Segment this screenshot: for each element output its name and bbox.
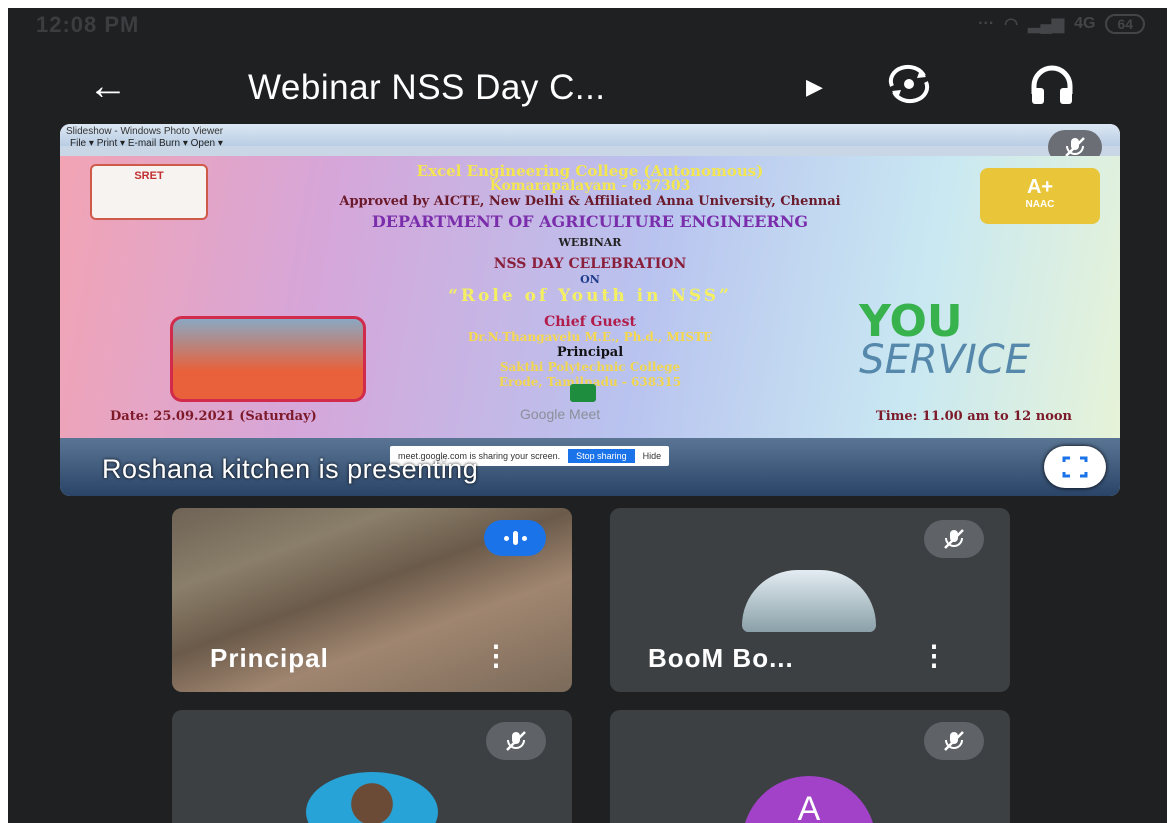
avatar	[742, 570, 876, 632]
window-menubar: File ▾ Print ▾ E-mail Burn ▾ Open ▾	[70, 138, 223, 149]
headphones-icon[interactable]	[1028, 64, 1076, 106]
slide-place: Komarapalayam - 637303	[489, 178, 691, 194]
network-type: 4G	[1074, 15, 1096, 32]
participant-name: BooM Bo...	[648, 643, 794, 673]
mic-off-icon	[924, 520, 984, 558]
participant-tile-4[interactable]: A	[610, 710, 1010, 823]
mic-off-icon	[486, 722, 546, 760]
signal-icon: ▂▄▆	[1028, 16, 1065, 33]
slide-time: Time: 11.00 am to 12 noon	[876, 409, 1072, 424]
avatar	[306, 772, 438, 823]
mic-off-icon	[924, 722, 984, 760]
camera-switch-icon[interactable]	[886, 64, 932, 104]
slide-department: DEPARTMENT OF AGRICULTURE ENGINEERNG	[371, 212, 809, 231]
dots-icon: ···	[978, 15, 995, 32]
battery-icon: 64	[1105, 14, 1145, 34]
headset-status-icon: ◠	[1004, 16, 1019, 33]
status-icons: ··· ◠ ▂▄▆ 4G 64	[978, 14, 1145, 34]
participant-tile-boom[interactable]: BooM Bo... ⋮	[610, 508, 1010, 692]
slide-image: SRET A+ NAAC Excel Engineering College (…	[60, 156, 1120, 438]
window-title: Slideshow - Windows Photo Viewer	[66, 126, 224, 137]
slide-meet: Google Meet	[520, 406, 601, 422]
presenting-label: Roshana kitchen is presenting	[102, 454, 479, 484]
arrow-left-icon[interactable]: ←	[88, 64, 128, 109]
google-meet-icon	[570, 384, 596, 402]
participant-name: Principal	[210, 643, 329, 673]
top-bar: ← Webinar NSS Day C... ▶	[8, 50, 1167, 120]
stop-sharing-button[interactable]: Stop sharing	[568, 449, 635, 463]
slide-event: NSS DAY CELEBRATION	[493, 256, 687, 272]
status-time: 12:08 PM	[36, 12, 140, 37]
slide-approved: Approved by AICTE, New Delhi & Affiliate…	[339, 194, 841, 209]
you-service-graphic: YOU SERVICE	[859, 296, 1030, 383]
slide-on: ON	[580, 273, 600, 286]
fullscreen-button[interactable]	[1044, 446, 1106, 488]
participant-tile-principal[interactable]: Principal ⋮	[172, 508, 572, 692]
more-options-icon[interactable]: ⋮	[482, 639, 510, 672]
slide-date: Date: 25.09.2021 (Saturday)	[110, 409, 317, 424]
fullscreen-icon	[1062, 456, 1088, 478]
presentation-tile[interactable]: Slideshow - Windows Photo Viewer File ▾ …	[60, 124, 1120, 496]
hide-button[interactable]: Hide	[643, 451, 662, 461]
status-bar: 12:08 PM ··· ◠ ▂▄▆ 4G 64	[8, 8, 1167, 40]
speaking-indicator-icon	[484, 520, 546, 556]
windows-taskbar: meet.google.com is sharing your screen. …	[60, 438, 1120, 496]
avatar-initial: A	[797, 789, 821, 823]
participant-tile-3[interactable]	[172, 710, 572, 823]
meeting-title[interactable]: Webinar NSS Day C...	[248, 68, 606, 108]
more-options-icon[interactable]: ⋮	[920, 639, 948, 672]
meet-screen: 12:08 PM ··· ◠ ▂▄▆ 4G 64 ← Webinar NSS D…	[8, 8, 1167, 823]
slide-webinar: WEBINAR	[558, 236, 622, 249]
expand-triangle-icon[interactable]: ▶	[806, 74, 823, 100]
avatar: A	[742, 776, 876, 823]
